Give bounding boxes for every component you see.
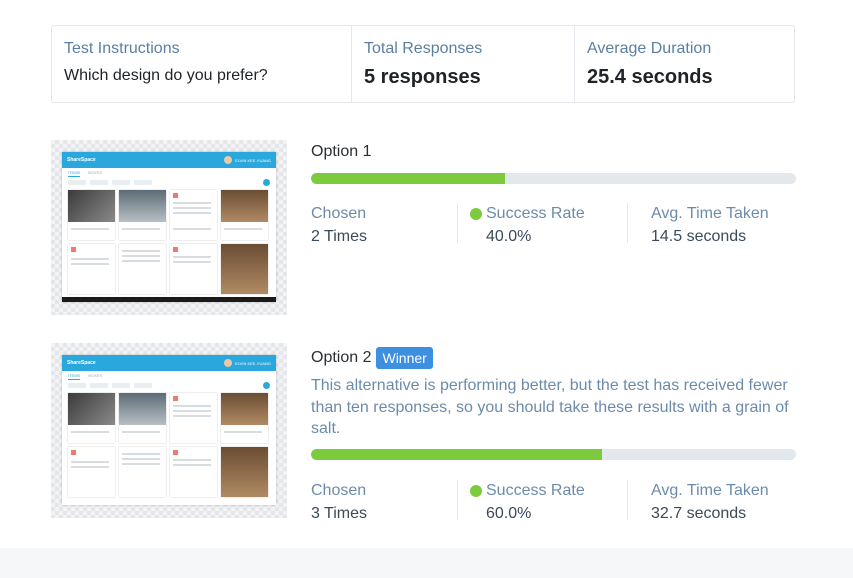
option-1-success-label-row: Success Rate bbox=[470, 205, 585, 223]
preview-tab-boxes: BOXES bbox=[88, 373, 103, 378]
test-instructions-text: Which design do you prefer? bbox=[64, 67, 268, 84]
option-2-stat-divider bbox=[457, 480, 458, 520]
option-1-stat-divider bbox=[627, 203, 628, 243]
preview-filter-chip bbox=[90, 179, 108, 185]
preview-tabs: ITEMS BOXES bbox=[62, 168, 276, 177]
option-1-stat-divider bbox=[457, 203, 458, 243]
preview-card bbox=[68, 393, 115, 443]
preview-add-icon bbox=[263, 381, 270, 389]
option-2-description: This alternative is performing better, b… bbox=[311, 377, 789, 437]
option-1-chosen-value: 2 Times bbox=[311, 228, 368, 245]
preview-tabs: ITEMS BOXES bbox=[62, 371, 276, 380]
preview-footer-bar bbox=[62, 297, 276, 302]
option-2-success-label: Success Rate bbox=[486, 482, 585, 499]
test-summary-panel: Test Instructions Which design do you pr… bbox=[51, 25, 795, 103]
green-dot-icon bbox=[470, 208, 482, 220]
option-2-chosen-stat: Chosen 3 Times bbox=[311, 482, 367, 523]
option-2-time-label: Avg. Time Taken bbox=[651, 482, 769, 499]
option-1-progress-fill bbox=[311, 173, 505, 184]
green-dot-icon bbox=[470, 485, 482, 497]
option-1-time-stat: Avg. Time Taken 14.5 seconds bbox=[651, 205, 769, 246]
option-1-time-label: Avg. Time Taken bbox=[651, 205, 769, 222]
option-2-success-stat: Success Rate 60.0% bbox=[470, 482, 585, 523]
option-1-progress-bar bbox=[311, 173, 796, 184]
option-2-time-stat: Avg. Time Taken 32.7 seconds bbox=[651, 482, 769, 523]
preview-avatar bbox=[224, 359, 233, 367]
preview-card bbox=[68, 244, 115, 294]
preview-card bbox=[221, 393, 268, 443]
option-2-chosen-label: Chosen bbox=[311, 482, 367, 499]
preview-app-header: ShareSpace ELVIN KEE-YUANG bbox=[62, 355, 276, 371]
option-2-stat-divider bbox=[627, 480, 628, 520]
preview-filter-chip bbox=[68, 179, 86, 185]
option-1-chosen-label: Chosen bbox=[311, 205, 367, 222]
preview-tab-items: ITEMS bbox=[68, 373, 81, 380]
preview-card bbox=[68, 190, 115, 240]
option-1-thumbnail[interactable]: ShareSpace ELVIN KEE-YUANG ITEMS BOXES bbox=[51, 140, 287, 315]
option-2-title-row: Option 2 Winner bbox=[311, 347, 433, 369]
total-responses-label: Total Responses bbox=[364, 40, 483, 57]
preview-filter-chip bbox=[134, 179, 152, 185]
preview-avatar bbox=[224, 156, 233, 164]
option-2-success-value: 60.0% bbox=[486, 505, 532, 522]
preview-logo: ShareSpace bbox=[67, 360, 96, 366]
total-responses-cell: Total Responses 5 responses bbox=[351, 26, 574, 102]
preview-user-name: ELVIN KEE-YUANG bbox=[235, 157, 271, 163]
option-1-success-label: Success Rate bbox=[486, 205, 585, 222]
preview-logo: ShareSpace bbox=[67, 157, 96, 163]
preview-card bbox=[119, 447, 166, 497]
option-2-progress-bar bbox=[311, 449, 796, 460]
option-1-success-stat: Success Rate 40.0% bbox=[470, 205, 585, 246]
average-duration-cell: Average Duration 25.4 seconds bbox=[574, 26, 794, 102]
preview-filters bbox=[62, 177, 276, 187]
option-2-chosen-value: 3 Times bbox=[311, 505, 368, 522]
preview-filter-chip bbox=[112, 382, 130, 388]
option-2-thumbnail[interactable]: ShareSpace ELVIN KEE-YUANG ITEMS BOXES bbox=[51, 343, 287, 518]
option-2-success-label-row: Success Rate bbox=[470, 482, 585, 500]
preview-card bbox=[170, 393, 217, 443]
test-instructions-label: Test Instructions bbox=[64, 40, 180, 57]
preview-card bbox=[221, 190, 268, 240]
preview-filters bbox=[62, 380, 276, 390]
average-duration-label: Average Duration bbox=[587, 40, 712, 57]
preview-filter-chip bbox=[90, 382, 108, 388]
page-footer-band bbox=[0, 548, 853, 578]
preview-card bbox=[68, 447, 115, 497]
option-2-time-value: 32.7 seconds bbox=[651, 505, 747, 522]
preview-card-grid bbox=[62, 390, 276, 500]
preview-card bbox=[170, 190, 217, 240]
preview-card bbox=[119, 393, 166, 443]
preview-add-icon bbox=[263, 178, 270, 186]
preview-app-header: ShareSpace ELVIN KEE-YUANG bbox=[62, 152, 276, 168]
preview-card bbox=[221, 244, 268, 294]
option-2-design-preview: ShareSpace ELVIN KEE-YUANG ITEMS BOXES bbox=[62, 355, 276, 505]
option-1-time-value: 14.5 seconds bbox=[651, 228, 747, 245]
preview-card bbox=[119, 190, 166, 240]
preview-user-name: ELVIN KEE-YUANG bbox=[235, 360, 271, 366]
preview-filter-chip bbox=[112, 179, 130, 185]
preview-card bbox=[221, 447, 268, 497]
preview-card bbox=[170, 244, 217, 294]
average-duration-value: 25.4 seconds bbox=[587, 66, 713, 88]
preview-card bbox=[170, 447, 217, 497]
preview-filter-chip bbox=[134, 382, 152, 388]
test-instructions-cell: Test Instructions Which design do you pr… bbox=[52, 26, 351, 102]
option-2-progress-fill bbox=[311, 449, 602, 460]
preview-tab-items: ITEMS bbox=[68, 170, 81, 177]
option-1-title: Option 1 bbox=[311, 143, 372, 160]
total-responses-value: 5 responses bbox=[364, 66, 481, 88]
preview-card bbox=[119, 244, 166, 294]
winner-badge: Winner bbox=[376, 347, 433, 369]
option-1-chosen-stat: Chosen 2 Times bbox=[311, 205, 367, 246]
option-1-design-preview: ShareSpace ELVIN KEE-YUANG ITEMS BOXES bbox=[62, 152, 276, 302]
option-2-title: Option 2 bbox=[311, 349, 372, 366]
option-1-success-value: 40.0% bbox=[486, 228, 532, 245]
preview-card-grid bbox=[62, 187, 276, 297]
preview-filter-chip bbox=[68, 382, 86, 388]
preview-tab-boxes: BOXES bbox=[88, 170, 103, 175]
